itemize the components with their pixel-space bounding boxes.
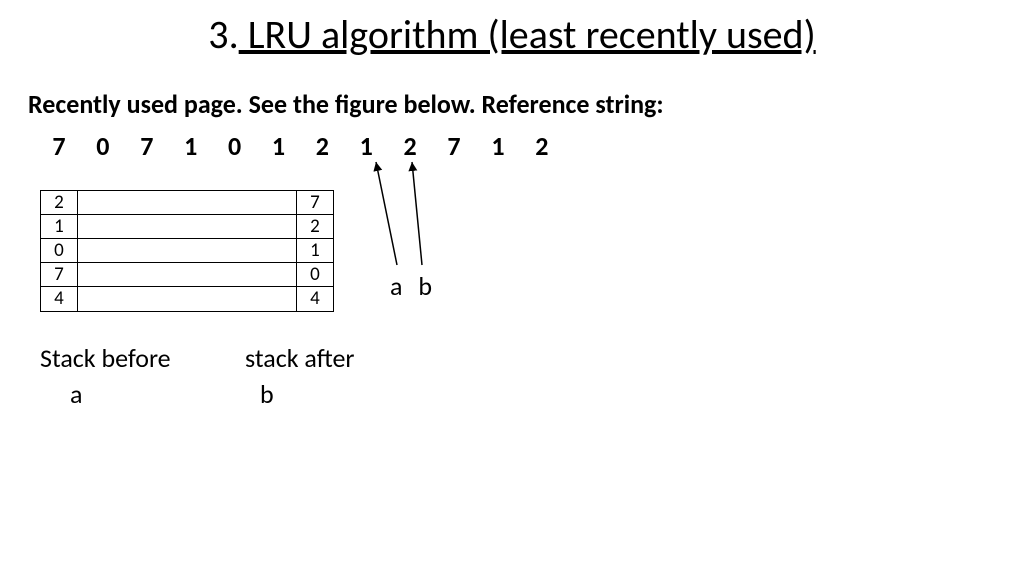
cell: 4	[297, 287, 333, 311]
stack-after-col: 7 2 1 0 4	[297, 191, 333, 311]
cell-empty	[77, 215, 297, 239]
stack-middle-col	[77, 191, 297, 311]
slide: 3. LRU algorithm (least recently used) R…	[0, 0, 1024, 576]
subtitle: Recently used page. See the figure below…	[28, 88, 664, 120]
cell: 7	[41, 263, 77, 287]
ref-2: 2	[391, 130, 429, 162]
cell-empty	[77, 239, 297, 263]
title-text: LRU algorithm (least recently used)	[239, 10, 816, 59]
ab-marker: a b	[390, 270, 432, 302]
arrow-a	[376, 162, 397, 265]
cell: 1	[297, 239, 333, 263]
label-stack-after: stack after	[245, 342, 354, 374]
marker-a: a	[390, 270, 402, 302]
ref-1: 1	[259, 130, 297, 162]
cell: 2	[297, 215, 333, 239]
ref-1: 1	[347, 130, 385, 162]
ref-0: 0	[84, 130, 122, 162]
cell: 0	[297, 263, 333, 287]
cell-empty	[77, 191, 297, 215]
marker-b: b	[418, 270, 432, 302]
cell: 7	[297, 191, 333, 215]
arrow-b	[412, 162, 422, 265]
cell-empty	[77, 263, 297, 287]
stack-table: 2 1 0 7 4 7 2 1 0 4	[40, 190, 334, 312]
reference-string: 7 0 7 1 0 1 2 1 2 7 1 2	[40, 130, 561, 162]
ref-7: 7	[40, 130, 78, 162]
label-stack-before: Stack before	[40, 342, 171, 374]
ref-7: 7	[128, 130, 166, 162]
ref-1: 1	[479, 130, 517, 162]
stacks: 2 1 0 7 4 7 2 1 0 4	[40, 190, 334, 312]
cell: 2	[41, 191, 77, 215]
cell: 0	[41, 239, 77, 263]
cell-empty	[77, 287, 297, 311]
cell: 1	[41, 215, 77, 239]
label-a: a	[70, 378, 82, 410]
ref-2: 2	[303, 130, 341, 162]
ref-7: 7	[435, 130, 473, 162]
label-b: b	[260, 378, 274, 410]
title-number: 3.	[208, 10, 238, 59]
cell: 4	[41, 287, 77, 311]
ref-0: 0	[216, 130, 254, 162]
stack-before-col: 2 1 0 7 4	[41, 191, 77, 311]
ref-1: 1	[172, 130, 210, 162]
slide-title: 3. LRU algorithm (least recently used)	[0, 10, 1024, 59]
ref-2: 2	[523, 130, 561, 162]
